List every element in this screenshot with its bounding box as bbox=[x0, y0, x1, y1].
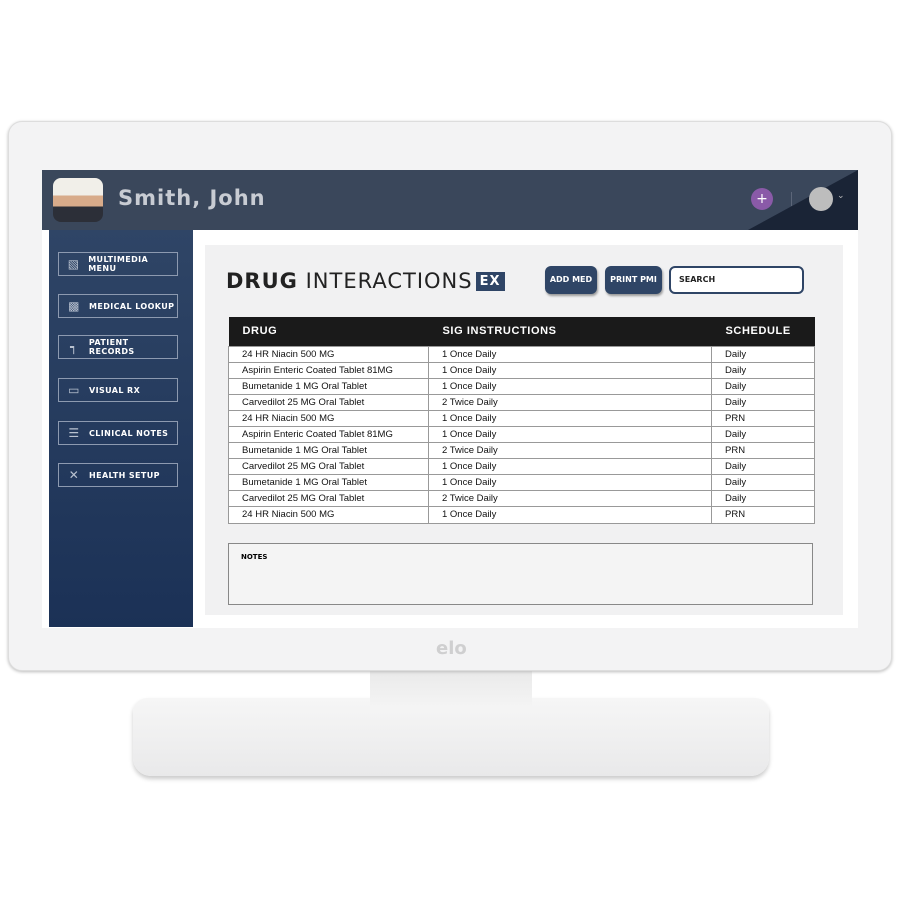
table-header: DRUG SIG INSTRUCTIONS SCHEDULE bbox=[228, 317, 815, 346]
cell-sig: 2 Twice Daily bbox=[428, 490, 712, 508]
sidebar-item-label: MULTIMEDIA MENU bbox=[88, 255, 149, 273]
table-row[interactable]: Bumetanide 1 MG Oral Tablet 1 Once Daily D… bbox=[228, 377, 815, 395]
cell-schedule: Daily bbox=[711, 393, 815, 411]
cell-schedule: Daily bbox=[711, 345, 815, 363]
cell-drug: Bumetanide 1 MG Oral Tablet bbox=[228, 377, 429, 395]
print-pmi-button[interactable]: PRINT PMI bbox=[605, 266, 662, 294]
sidebar-item-multimedia-menu[interactable]: ▧ MULTIMEDIA MENU bbox=[58, 252, 178, 276]
cell-sig: 1 Once Daily bbox=[428, 506, 712, 524]
cell-drug: Carvedilot 25 MG Oral Tablet bbox=[228, 458, 429, 476]
window-icon: ▭ bbox=[68, 383, 80, 397]
elo-logo: elo bbox=[436, 638, 467, 659]
cell-drug: Carvedilot 25 MG Oral Tablet bbox=[228, 490, 429, 508]
title-bold: DRUG bbox=[226, 269, 298, 293]
table-row[interactable]: 24 HR Niacin 500 MG 1 Once Daily Daily bbox=[228, 345, 815, 363]
cell-sig: 1 Once Daily bbox=[428, 377, 712, 395]
table-row[interactable]: Carvedilot 25 MG Oral Tablet 1 Once Daily… bbox=[228, 458, 815, 476]
monitor-stand-neck bbox=[370, 665, 532, 707]
cell-drug: Carvedilot 25 MG Oral Tablet bbox=[228, 393, 429, 411]
table-row[interactable]: Carvedilot 25 MG Oral Tablet 2 Twice Dail… bbox=[228, 490, 815, 508]
sidebar-item-label: PATIENT RECORDS bbox=[88, 338, 135, 356]
add-med-button[interactable]: ADD MED bbox=[545, 266, 597, 294]
add-button[interactable]: + bbox=[751, 188, 773, 210]
drug-interactions-panel: DRUG INTERACTIONS EX ADD MED PRINT PMI SE… bbox=[205, 245, 843, 615]
cell-sig: 2 Twice Daily bbox=[428, 393, 712, 411]
cell-drug: Aspirin Enteric Coated Tablet 81MG bbox=[228, 425, 429, 444]
sidebar-item-visual-rx[interactable]: ▭ VISUAL RX bbox=[58, 378, 178, 402]
column-header-schedule: SCHEDULE bbox=[711, 317, 815, 346]
table-row[interactable]: Aspirin Enteric Coated Tablet 81MG 1 Once… bbox=[228, 425, 815, 444]
plus-icon: + bbox=[756, 191, 768, 207]
sidebar-item-label: VISUAL RX bbox=[89, 385, 141, 395]
cell-schedule: Daily bbox=[711, 377, 815, 395]
chart-lookup-icon: ▩ bbox=[68, 299, 80, 313]
cell-schedule: Daily bbox=[711, 490, 815, 508]
tools-icon: ✕ bbox=[68, 468, 80, 482]
sidebar-item-medical-lookup[interactable]: ▩ MEDICAL LOOKUP bbox=[58, 294, 178, 318]
title-light: INTERACTIONS bbox=[305, 269, 473, 293]
search-input[interactable]: SEARCH bbox=[669, 266, 804, 294]
cell-drug: 24 HR Niacin 500 MG bbox=[228, 345, 429, 363]
medication-table: DRUG SIG INSTRUCTIONS SCHEDULE 24 HR Nia… bbox=[228, 317, 815, 524]
sidebar-item-label: MEDICAL LOOKUP bbox=[89, 301, 175, 311]
list-icon: ☰ bbox=[68, 426, 80, 440]
user-avatar[interactable] bbox=[809, 187, 833, 211]
table-row[interactable]: 24 HR Niacin 500 MG 1 Once Daily PRN bbox=[228, 409, 815, 427]
cell-sig: 1 Once Daily bbox=[428, 425, 712, 444]
notes-box[interactable]: NOTES bbox=[228, 543, 813, 605]
multimedia-icon: ▧ bbox=[67, 257, 80, 271]
cell-schedule: PRN bbox=[711, 506, 815, 524]
cell-schedule: Daily bbox=[711, 425, 815, 444]
app-screen: Smith, John + ⌄ ▧ MULTIMEDIA MENU ▩ MEDICA… bbox=[42, 170, 858, 628]
table-row[interactable]: Aspirin Enteric Coated Tablet 81MG 1 Once… bbox=[228, 361, 815, 379]
page-title: DRUG INTERACTIONS EX bbox=[226, 269, 505, 293]
cell-schedule: Daily bbox=[711, 361, 815, 379]
cell-schedule: Daily bbox=[711, 474, 815, 492]
cell-drug: Aspirin Enteric Coated Tablet 81MG bbox=[228, 361, 429, 379]
cell-sig: 1 Once Daily bbox=[428, 474, 712, 492]
cell-drug: 24 HR Niacin 500 MG bbox=[228, 409, 429, 427]
table-row[interactable]: 24 HR Niacin 500 MG 1 Once Daily PRN bbox=[228, 506, 815, 524]
cell-drug: Bumetanide 1 MG Oral Tablet bbox=[228, 442, 429, 460]
cell-sig: 1 Once Daily bbox=[428, 361, 712, 379]
table-row[interactable]: Carvedilot 25 MG Oral Tablet 2 Twice Dail… bbox=[228, 393, 815, 411]
patient-avatar bbox=[53, 178, 103, 222]
sidebar: ▧ MULTIMEDIA MENU ▩ MEDICAL LOOKUP ┑ PATIEN… bbox=[49, 230, 193, 627]
chevron-down-icon[interactable]: ⌄ bbox=[837, 191, 845, 201]
cell-schedule: PRN bbox=[711, 409, 815, 427]
table-row[interactable]: Bumetanide 1 MG Oral Tablet 2 Twice Daily… bbox=[228, 442, 815, 460]
sidebar-item-patient-records[interactable]: ┑ PATIENT RECORDS bbox=[58, 335, 178, 359]
table-row[interactable]: Bumetanide 1 MG Oral Tablet 1 Once Daily D… bbox=[228, 474, 815, 492]
column-header-drug: DRUG bbox=[228, 317, 429, 346]
cell-sig: 2 Twice Daily bbox=[428, 442, 712, 460]
divider bbox=[791, 192, 792, 206]
folder-icon: ┑ bbox=[70, 340, 78, 354]
notes-label: NOTES bbox=[241, 553, 268, 561]
cell-sig: 1 Once Daily bbox=[428, 458, 712, 476]
cell-schedule: PRN bbox=[711, 442, 815, 460]
sidebar-item-label: HEALTH SETUP bbox=[89, 470, 160, 480]
cell-sig: 1 Once Daily bbox=[428, 345, 712, 363]
cell-sig: 1 Once Daily bbox=[428, 409, 712, 427]
sidebar-item-clinical-notes[interactable]: ☰ CLINICAL NOTES bbox=[58, 421, 178, 445]
cell-drug: 24 HR Niacin 500 MG bbox=[228, 506, 429, 524]
patient-header: Smith, John + ⌄ bbox=[42, 170, 858, 230]
patient-name: Smith, John bbox=[118, 186, 266, 210]
title-badge: EX bbox=[475, 272, 505, 291]
column-header-sig: SIG INSTRUCTIONS bbox=[428, 317, 712, 346]
monitor-stand-base bbox=[133, 698, 769, 776]
sidebar-item-label: CLINICAL NOTES bbox=[89, 428, 169, 438]
sidebar-item-health-setup[interactable]: ✕ HEALTH SETUP bbox=[58, 463, 178, 487]
cell-schedule: Daily bbox=[711, 458, 815, 476]
cell-drug: Bumetanide 1 MG Oral Tablet bbox=[228, 474, 429, 492]
